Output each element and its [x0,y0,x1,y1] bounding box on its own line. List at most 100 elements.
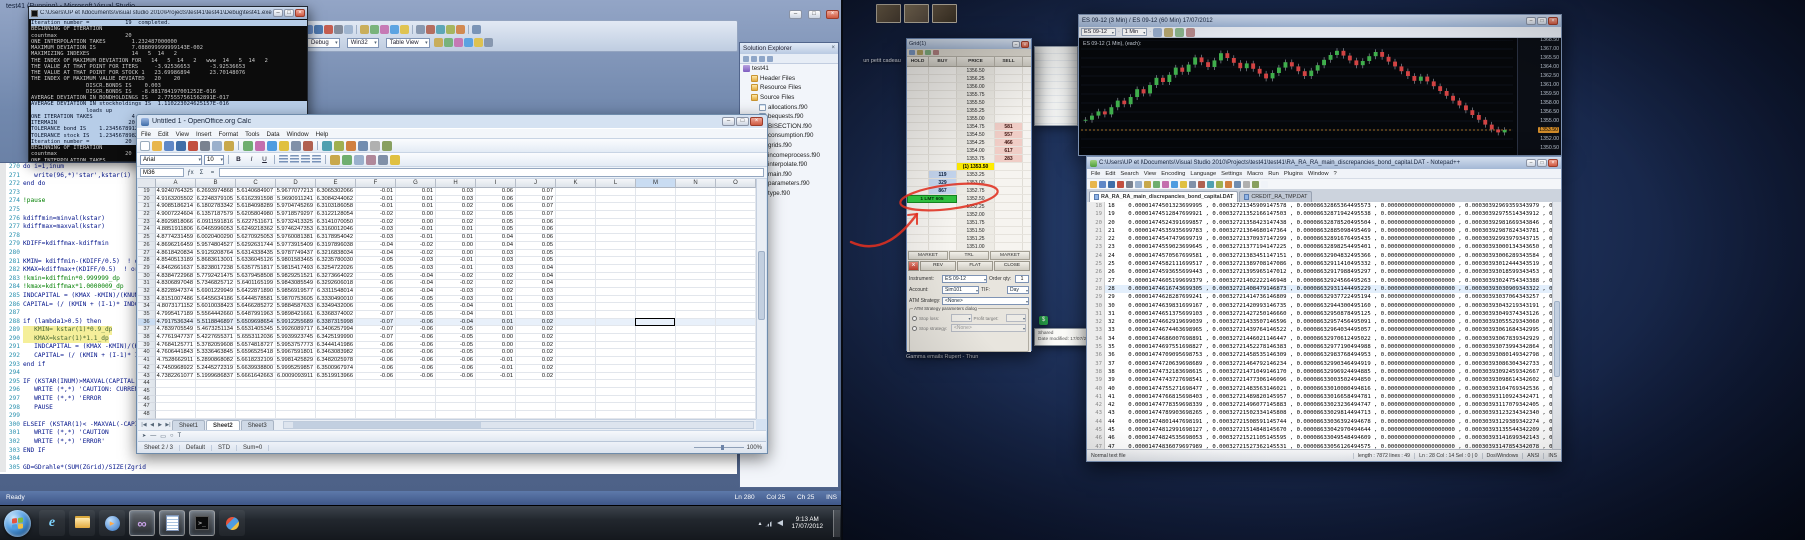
spreadsheet-cell[interactable]: 5.6292631744 [236,241,276,250]
row-header[interactable]: 31 [138,280,156,288]
spreadsheet-cell[interactable]: 4.7761947737 [156,334,196,342]
sell-cell[interactable]: 466 [995,139,1023,146]
spreadsheet-cell[interactable] [716,349,756,358]
spreadsheet-cell[interactable] [276,395,316,404]
properties-icon[interactable] [743,55,749,62]
spreadsheet-cell[interactable]: 0.01 [396,203,436,212]
spreadsheet-cell[interactable]: -0.06 [356,341,396,350]
windows-explorer-icon[interactable] [69,510,95,536]
spreadsheet-cell[interactable] [596,318,636,327]
spreadsheet-cell[interactable] [196,395,236,404]
buy-cell[interactable] [929,107,957,114]
spreadsheet-cell[interactable] [196,387,236,396]
spreadsheet-cell[interactable] [236,403,276,411]
spreadsheet-cell[interactable]: 4.8462661637 [156,264,196,273]
menu-item-file[interactable]: File [141,129,151,138]
sell-cell[interactable] [995,187,1023,194]
spreadsheet-cell[interactable] [556,395,596,404]
spreadsheet-cell[interactable]: 5.9801583465 [276,257,316,265]
spreadsheet-cell[interactable]: 5.9732413325 [276,218,316,227]
vertical-scrollbar[interactable] [756,179,766,419]
spreadsheet-cell[interactable] [636,380,676,388]
spreadsheet-cell[interactable]: 5.9690911241 [276,195,316,204]
sell-cell[interactable] [995,219,1023,226]
replace-icon[interactable] [1207,180,1214,188]
spreadsheet-cell[interactable]: 0.01 [436,234,476,242]
spreadsheet-cell[interactable]: 0.04 [476,241,516,250]
menu-item-view[interactable]: View [176,129,189,138]
sell-cell[interactable] [995,163,1023,170]
spreadsheet-cell[interactable] [196,403,236,411]
spreadsheet-cell[interactable] [716,203,756,212]
spreadsheet-cell[interactable]: 6.3084244062 [316,195,356,204]
spreadsheet-cell[interactable]: 4.7917536344 [156,318,196,327]
spreadsheet-cell[interactable]: 0.00 [436,249,476,258]
spreadsheet-cell[interactable] [596,234,636,242]
spreadsheet-cell[interactable] [676,364,716,373]
spreadsheet-cell[interactable] [636,272,676,281]
spreadsheet-cell[interactable]: -0.04 [436,311,476,319]
hold-cell[interactable] [907,227,929,234]
spreadsheet-cell[interactable]: 4.7450968922 [156,364,196,373]
spreadsheet-cell[interactable]: -0.05 [436,326,476,335]
spreadsheet-cell[interactable]: -0.05 [396,311,436,319]
menu-item-data[interactable]: Data [267,129,280,138]
spreadsheet-cell[interactable]: 5.2890868082 [196,357,236,365]
row-header[interactable]: 34 [138,303,156,311]
last-sheet-icon[interactable] [164,420,172,430]
vs-toolbar-icon[interactable] [472,25,481,34]
spreadsheet-cell[interactable] [716,357,756,365]
menu-item-edit[interactable]: Edit [1105,169,1115,178]
toolbar-combo[interactable]: Debug [307,37,340,48]
rectangle-shape-icon[interactable] [160,433,166,440]
spreadsheet-cell[interactable] [236,387,276,396]
spreadsheet-cell[interactable]: 5.6618232109 [236,357,276,365]
crosshair-icon[interactable] [1186,27,1196,37]
spreadsheet-cell[interactable] [436,387,476,396]
spreadsheet-cell[interactable]: -0.01 [436,257,476,265]
spreadsheet-cell[interactable]: 0.07 [516,203,556,212]
spreadsheet-cell[interactable] [676,357,716,365]
menu-item-macro[interactable]: Macro [1247,169,1263,178]
spreadsheet-cell[interactable]: 0.02 [436,211,476,219]
spreadsheet-cell[interactable]: -0.06 [356,357,396,365]
price-cell[interactable]: 1352.25 [957,203,995,210]
price-cell[interactable]: 1355.50 [957,99,995,106]
sell-cell[interactable] [995,67,1023,74]
zoom-icon[interactable] [370,140,380,151]
spreadsheet-cell[interactable]: 6.3141070050 [316,218,356,227]
horizontal-scrollbar[interactable] [282,421,754,429]
spreadsheet-cell[interactable]: 5.3782059608 [196,341,236,350]
spreadsheet-cell[interactable]: -0.05 [436,349,476,358]
row-header[interactable]: 36 [138,318,156,327]
spreadsheet-cell[interactable]: 5.9773915409 [276,241,316,250]
spreadsheet-cell[interactable]: 5.4227655371 [196,334,236,342]
spreadsheet-cell[interactable] [636,364,676,373]
spreadsheet-cell[interactable]: -0.06 [356,372,396,381]
spreadsheet-cell[interactable] [476,410,516,419]
spreadsheet-cell[interactable]: 5.2445272319 [196,364,236,373]
price-cell[interactable]: 1355.25 [957,107,995,114]
currency-format-icon[interactable] [330,154,340,165]
spreadsheet-cell[interactable]: -0.01 [476,357,516,365]
spreadsheet-cell[interactable]: 0.06 [516,234,556,242]
row-header[interactable]: 41 [138,357,156,365]
spreadsheet-cell[interactable]: 5.9760081381 [276,234,316,242]
spreadsheet-cell[interactable] [636,195,676,204]
minimize-icon[interactable] [1526,17,1536,25]
spreadsheet-cell[interactable]: 0.02 [436,203,476,212]
spreadsheet-cell[interactable] [596,257,636,265]
openoffice-calc-icon[interactable] [159,510,185,536]
column-header-J[interactable]: J [516,179,556,188]
spreadsheet-cell[interactable] [676,264,716,273]
spreadsheet-cell[interactable] [556,188,596,196]
sort-ascending-icon[interactable] [322,140,332,151]
spreadsheet-cell[interactable]: 6.3330490010 [316,295,356,304]
spreadsheet-cell[interactable] [716,280,756,288]
buy-market-button[interactable]: MARKET [908,251,948,260]
spreadsheet-cell[interactable]: 0.01 [476,295,516,304]
spreadsheet-cell[interactable]: 6.3444141986 [316,341,356,350]
start-button[interactable] [4,509,31,537]
maximize-icon[interactable] [736,117,749,126]
formula-input[interactable] [219,168,764,177]
